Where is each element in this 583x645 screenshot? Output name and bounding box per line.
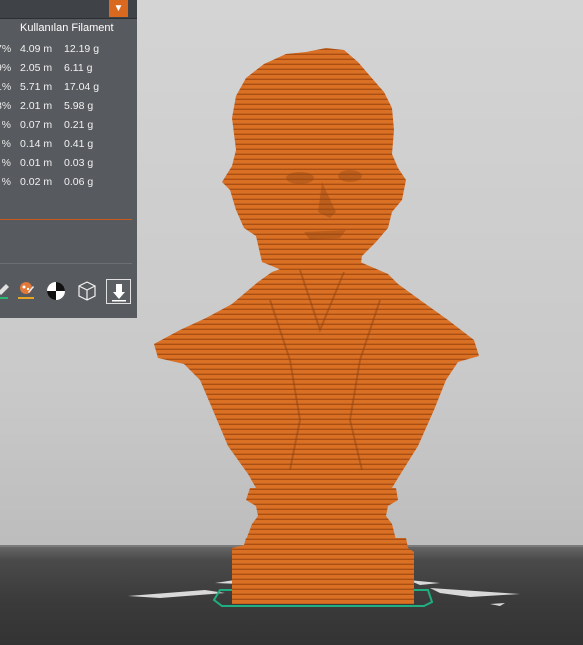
row-percent: 1% (0, 81, 12, 93)
table-row: % 0.07 m 0.21 g (0, 116, 137, 135)
row-length: 2.05 m (20, 62, 53, 74)
row-length: 0.07 m (20, 119, 53, 131)
triangle-down-icon: ▼ (113, 3, 124, 14)
brush-tool-button[interactable] (0, 279, 13, 302)
wireframe-cube-icon (77, 280, 96, 301)
table-row: 3% 2.01 m 5.98 g (0, 97, 137, 116)
divider (0, 263, 132, 264)
column-header-filament: Kullanılan Filament (20, 22, 114, 34)
dropdown-button[interactable]: ▼ (109, 0, 128, 17)
table-row: 1% 5.71 m 17.04 g (0, 78, 137, 97)
orange-divider (0, 219, 132, 220)
paint-bucket-icon (17, 281, 34, 299)
filament-usage-panel: ▼ Kullanılan Filament 7% 4.09 m 12.19 g 9%… (0, 0, 137, 318)
bust-torso (154, 262, 479, 488)
row-percent: 7% (0, 43, 12, 55)
row-percent: 9% (0, 62, 12, 74)
row-weight: 0.21 g (64, 119, 94, 131)
row-percent: % (1, 176, 11, 188)
row-weight: 6.11 g (64, 62, 93, 74)
view-toolbar (0, 277, 137, 305)
row-percent: % (1, 157, 11, 169)
row-length: 2.01 m (20, 100, 53, 112)
table-row: 9% 2.05 m 6.11 g (0, 59, 137, 78)
bust-head (222, 48, 406, 278)
paint-tool-button[interactable] (14, 279, 37, 302)
row-weight: 0.03 g (64, 157, 94, 169)
panel-header: ▼ (0, 0, 137, 19)
row-length: 4.09 m (20, 43, 53, 55)
table-row: % 0.02 m 0.06 g (0, 173, 137, 192)
brush-icon (0, 283, 9, 299)
row-percent: % (1, 119, 11, 131)
table-row: % 0.14 m 0.41 g (0, 135, 137, 154)
row-length: 0.02 m (20, 176, 53, 188)
wireframe-tool-button[interactable] (75, 279, 98, 302)
export-tool-button[interactable] (106, 279, 131, 304)
row-length: 0.01 m (20, 157, 53, 169)
filament-rows: 7%4.09 m12.19 g 9%2.05 m6.11 g 1%5.71 m1… (0, 40, 137, 192)
row-length: 5.71 m (20, 81, 53, 93)
bust-pedestal (246, 488, 398, 540)
row-length: 0.14 m (20, 138, 53, 150)
table-row: 7% 4.09 m 12.19 g (0, 40, 137, 59)
row-percent: % (1, 138, 11, 150)
bust-base (232, 538, 414, 604)
row-weight: 12.19 g (64, 43, 100, 55)
row-weight: 5.98 g (64, 100, 94, 112)
contrast-circle-icon (46, 281, 65, 300)
row-weight: 0.41 g (64, 138, 94, 150)
row-weight: 0.06 g (64, 176, 94, 188)
table-row: % 0.01 m 0.03 g (0, 154, 137, 173)
download-arrow-icon (111, 283, 126, 301)
row-percent: 3% (0, 100, 12, 112)
row-weight: 17.04 g (64, 81, 100, 93)
contrast-tool-button[interactable] (44, 279, 67, 302)
